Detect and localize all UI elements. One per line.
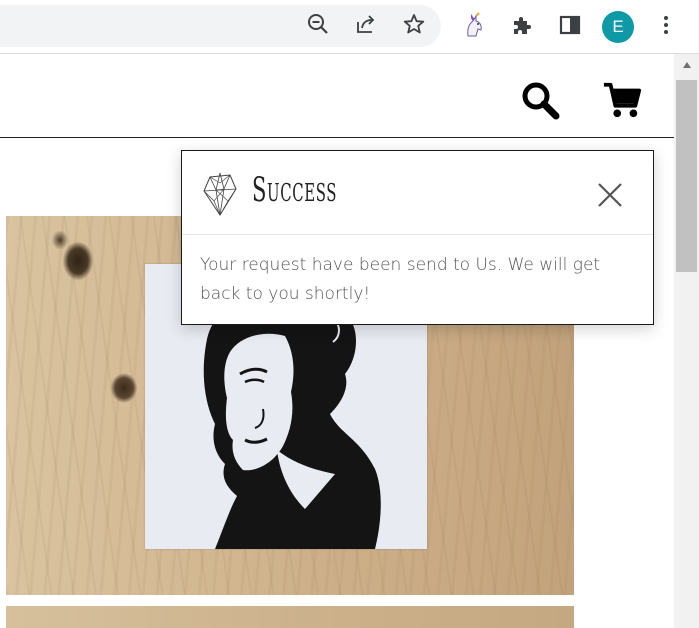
page-viewport: [0, 54, 674, 628]
zoom-out-icon[interactable]: [307, 13, 329, 35]
extensions-puzzle-icon[interactable]: [509, 12, 535, 38]
profile-avatar[interactable]: E: [602, 11, 634, 43]
browser-toolbar: E: [0, 0, 699, 53]
more-menu-icon[interactable]: [653, 12, 679, 38]
share-icon[interactable]: [355, 13, 377, 35]
diamond-logo-icon: [202, 171, 238, 217]
page-scrollbar[interactable]: [674, 54, 699, 628]
search-icon[interactable]: [520, 80, 560, 120]
profile-initial: E: [612, 17, 624, 36]
second-artwork-photo[interactable]: [6, 606, 574, 628]
unicorn-extension-icon[interactable]: [461, 12, 487, 38]
success-dialog: Success Your request have been send to U…: [181, 150, 654, 325]
side-panel-icon[interactable]: [557, 12, 583, 38]
scroll-up-arrow-icon[interactable]: [674, 54, 699, 76]
site-header: [0, 54, 674, 138]
dialog-message: Your request have been send to Us. We wi…: [200, 255, 601, 304]
dialog-header: Success: [182, 151, 653, 235]
dialog-title: Success: [252, 170, 338, 210]
cart-icon[interactable]: [602, 80, 642, 120]
bookmark-star-icon[interactable]: [403, 13, 425, 35]
scrollbar-thumb[interactable]: [676, 80, 697, 272]
close-icon[interactable]: [594, 179, 626, 211]
